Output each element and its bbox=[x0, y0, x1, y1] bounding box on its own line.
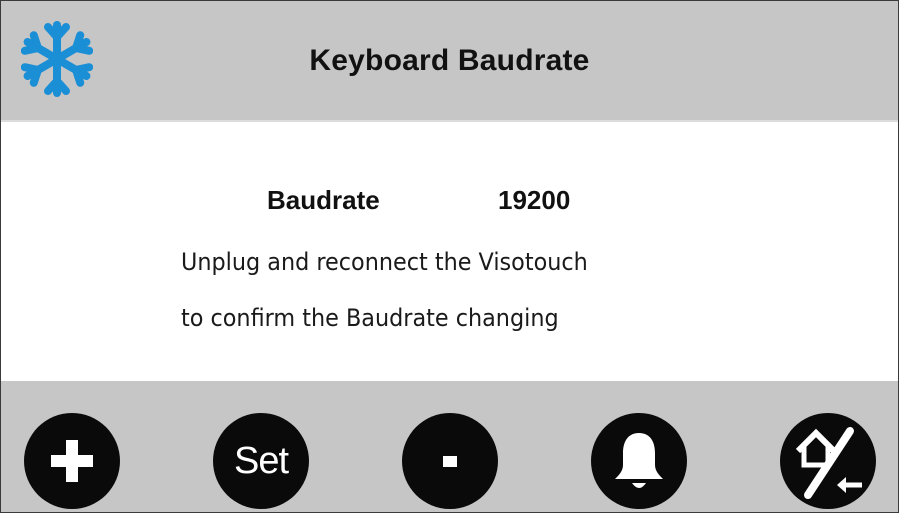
baudrate-label: Baudrate bbox=[267, 185, 380, 215]
footer-toolbar: Set bbox=[1, 381, 898, 512]
info-text-line-1: Unplug and reconnect the Visotouch bbox=[181, 248, 588, 276]
header-bar: Keyboard Baudrate bbox=[1, 1, 898, 120]
home-back-button[interactable] bbox=[780, 413, 876, 509]
page-title: Keyboard Baudrate bbox=[309, 44, 590, 77]
plus-icon bbox=[51, 440, 93, 482]
minus-button[interactable] bbox=[402, 413, 498, 509]
baudrate-value: 19200 bbox=[498, 185, 571, 215]
info-text-line-2: to confirm the Baudrate changing bbox=[181, 304, 559, 332]
home-back-icon bbox=[795, 427, 862, 499]
bell-icon bbox=[615, 433, 663, 488]
screen-frame: Keyboard Baudrate Baudrate 19200 Unplug … bbox=[0, 0, 899, 513]
alarm-button[interactable] bbox=[591, 413, 687, 509]
plus-button[interactable] bbox=[24, 413, 120, 509]
set-button-label: Set bbox=[233, 440, 289, 482]
set-button[interactable]: Set bbox=[213, 413, 309, 509]
main-panel: Baudrate 19200 Unplug and reconnect the … bbox=[1, 122, 898, 381]
minus-icon bbox=[443, 456, 457, 467]
